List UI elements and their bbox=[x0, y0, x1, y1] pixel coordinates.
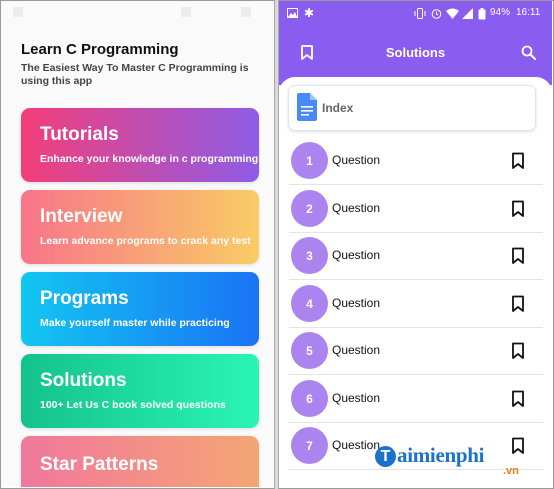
question-row[interactable]: 2 Question bbox=[289, 185, 543, 233]
question-number-badge: 6 bbox=[291, 380, 328, 417]
card-description: Make yourself master while practicing bbox=[40, 317, 230, 329]
question-row[interactable]: 1 Question bbox=[289, 137, 543, 185]
question-label: Question bbox=[332, 296, 381, 310]
bookmark-icon[interactable] bbox=[511, 200, 525, 218]
card-description: Learn advance programs to crack any test bbox=[40, 235, 251, 247]
battery-icon bbox=[478, 8, 486, 20]
bookmark-icon[interactable] bbox=[511, 342, 525, 360]
vibrate-icon bbox=[414, 8, 426, 19]
app-title: Learn C Programming bbox=[21, 41, 179, 58]
index-card[interactable]: Index bbox=[288, 85, 536, 131]
card-description: 100+ Let Us C book solved questions bbox=[40, 399, 226, 411]
status-bar: ✱ 94% 16:11 bbox=[279, 1, 552, 27]
question-label: Question bbox=[332, 201, 381, 215]
star-icon: ✱ bbox=[304, 6, 315, 20]
status-icon bbox=[241, 7, 251, 17]
question-label: Question bbox=[332, 391, 381, 405]
question-row[interactable]: 3 Question bbox=[289, 232, 543, 280]
wifi-icon bbox=[446, 8, 459, 19]
card-star-patterns[interactable]: Star Patterns bbox=[21, 436, 259, 487]
status-icon bbox=[181, 7, 191, 17]
left-phone-screen: Learn C Programming The Easiest Way To M… bbox=[1, 1, 274, 487]
search-icon bbox=[521, 45, 536, 60]
card-title: Star Patterns bbox=[40, 454, 159, 475]
watermark-logo: T aimienphi .vn bbox=[375, 440, 540, 480]
signal-icon bbox=[462, 8, 473, 19]
card-tutorials[interactable]: Tutorials Enhance your knowledge in c pr… bbox=[21, 108, 259, 182]
clock: 16:11 bbox=[516, 7, 541, 18]
watermark-suffix: .vn bbox=[503, 465, 519, 477]
header-title: Solutions bbox=[385, 45, 446, 60]
card-solutions[interactable]: Solutions 100+ Let Us C book solved ques… bbox=[21, 354, 259, 428]
card-programs[interactable]: Programs Make yourself master while prac… bbox=[21, 272, 259, 346]
question-label: Question bbox=[332, 153, 381, 167]
card-description: Enhance your knowledge in c programming bbox=[40, 153, 259, 165]
question-number-badge: 7 bbox=[291, 427, 328, 464]
watermark-brand: aimienphi bbox=[397, 443, 485, 467]
right-phone-screen: ✱ 94% 16:11 Solutions Index 1 Question 2… bbox=[279, 1, 552, 487]
card-interview[interactable]: Interview Learn advance programs to crac… bbox=[21, 190, 259, 264]
card-title: Tutorials bbox=[40, 124, 119, 145]
app-subtitle: The Easiest Way To Master C Programming … bbox=[21, 62, 249, 87]
document-icon bbox=[297, 93, 317, 126]
battery-percent: 94% bbox=[490, 7, 511, 18]
question-row[interactable]: 4 Question bbox=[289, 280, 543, 328]
card-title: Solutions bbox=[40, 370, 127, 391]
card-title: Interview bbox=[40, 206, 123, 227]
status-icon bbox=[13, 7, 23, 17]
bookmark-icon[interactable] bbox=[511, 390, 525, 408]
image-icon bbox=[287, 8, 298, 18]
search-button[interactable] bbox=[517, 41, 539, 63]
question-number-badge: 2 bbox=[291, 190, 328, 227]
question-row[interactable]: 5 Question bbox=[289, 327, 543, 375]
question-number-badge: 5 bbox=[291, 332, 328, 369]
question-number-badge: 3 bbox=[291, 237, 328, 274]
question-label: Question bbox=[332, 343, 381, 357]
watermark-initial: T bbox=[375, 446, 396, 467]
bookmark-icon[interactable] bbox=[511, 295, 525, 313]
question-label: Question bbox=[332, 248, 381, 262]
status-bar bbox=[1, 1, 274, 25]
index-label: Index bbox=[322, 101, 354, 115]
bookmark-icon[interactable] bbox=[511, 247, 525, 265]
question-number-badge: 4 bbox=[291, 285, 328, 322]
card-title: Programs bbox=[40, 288, 129, 309]
question-row[interactable]: 6 Question bbox=[289, 375, 543, 423]
question-number-badge: 1 bbox=[291, 142, 328, 179]
bookmark-icon[interactable] bbox=[511, 152, 525, 170]
alarm-icon bbox=[431, 8, 442, 19]
question-label: Question bbox=[332, 438, 381, 452]
